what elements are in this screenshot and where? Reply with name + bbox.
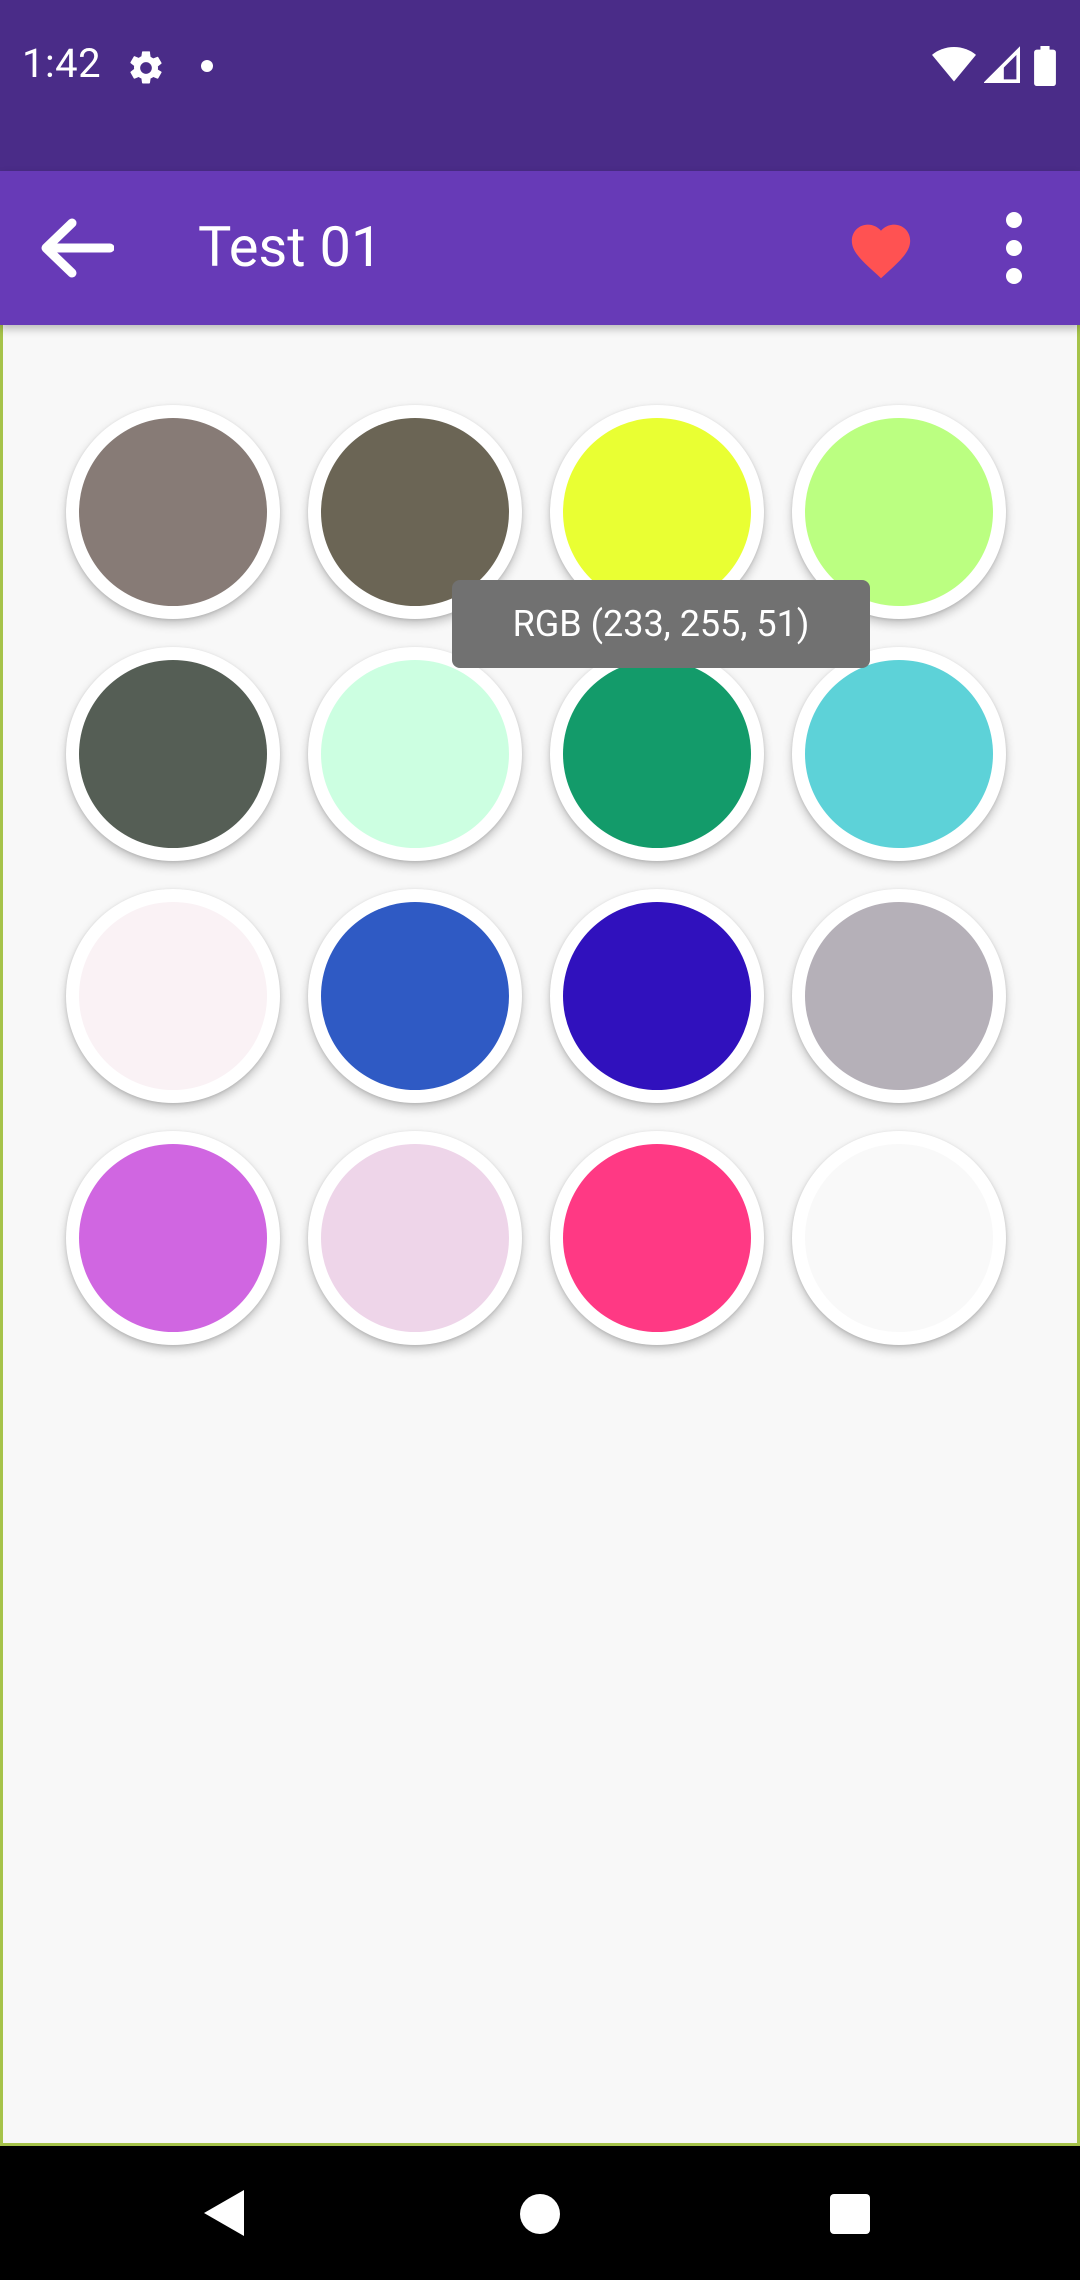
swatch-color-fill bbox=[79, 660, 267, 848]
cell-signal-icon bbox=[984, 46, 1020, 83]
nav-home-icon[interactable] bbox=[520, 2194, 560, 2234]
swatch-color-fill bbox=[563, 418, 751, 606]
nav-back-icon[interactable] bbox=[204, 2190, 244, 2236]
color-swatch[interactable] bbox=[66, 405, 280, 619]
color-swatch[interactable] bbox=[792, 647, 1006, 861]
swatch-color-fill bbox=[563, 660, 751, 848]
color-swatch[interactable] bbox=[792, 889, 1006, 1103]
status-bar: 1:42 bbox=[0, 0, 1080, 171]
more-options-button[interactable] bbox=[996, 211, 1032, 285]
swatch-color-fill bbox=[805, 660, 993, 848]
color-swatch[interactable] bbox=[550, 889, 764, 1103]
swatch-color-fill bbox=[805, 418, 993, 606]
favorite-button[interactable] bbox=[846, 215, 916, 281]
color-swatch[interactable] bbox=[550, 647, 764, 861]
swatch-color-fill bbox=[563, 902, 751, 1090]
swatch-color-fill bbox=[805, 902, 993, 1090]
notification-dot-icon bbox=[201, 60, 213, 72]
swatch-color-fill bbox=[321, 902, 509, 1090]
swatch-color-fill bbox=[563, 1144, 751, 1332]
color-swatch[interactable] bbox=[550, 1131, 764, 1345]
color-swatch-grid bbox=[66, 405, 1014, 1353]
swatch-color-fill bbox=[321, 1144, 509, 1332]
swatch-color-fill bbox=[79, 1144, 267, 1332]
color-swatch[interactable] bbox=[308, 647, 522, 861]
navigation-bar bbox=[0, 2146, 1080, 2280]
page-title: Test 01 bbox=[198, 214, 383, 280]
nav-recents-icon[interactable] bbox=[830, 2194, 870, 2234]
color-swatch[interactable] bbox=[308, 889, 522, 1103]
swatch-color-fill bbox=[805, 1144, 993, 1332]
swatch-color-fill bbox=[79, 902, 267, 1090]
swatch-color-fill bbox=[79, 418, 267, 606]
settings-icon bbox=[130, 51, 162, 84]
app-bar: Test 01 bbox=[0, 171, 1080, 325]
swatch-color-fill bbox=[321, 418, 509, 606]
color-tooltip: RGB (233, 255, 51) bbox=[452, 580, 870, 668]
color-swatch[interactable] bbox=[66, 889, 280, 1103]
color-swatch[interactable] bbox=[66, 647, 280, 861]
back-button[interactable] bbox=[38, 215, 114, 281]
wifi-icon bbox=[932, 47, 976, 82]
battery-icon bbox=[1034, 46, 1056, 86]
status-icons bbox=[932, 46, 1062, 90]
color-swatch[interactable] bbox=[792, 1131, 1006, 1345]
status-time: 1:42 bbox=[22, 40, 102, 87]
color-swatch[interactable] bbox=[66, 1131, 280, 1345]
color-swatch[interactable] bbox=[308, 1131, 522, 1345]
swatch-color-fill bbox=[321, 660, 509, 848]
